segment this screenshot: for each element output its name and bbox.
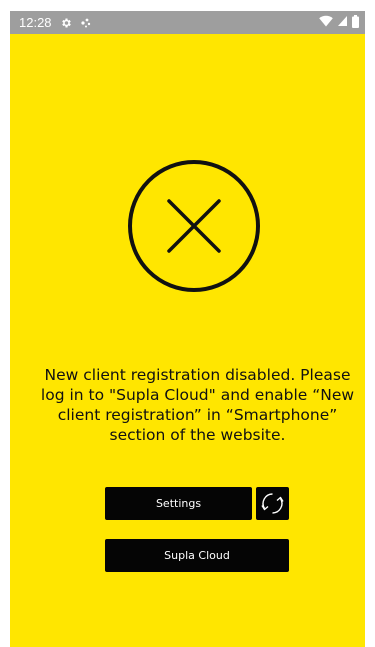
error-x-circle-icon: [126, 158, 262, 294]
settings-button[interactable]: Settings: [105, 487, 252, 520]
gear-icon: [60, 17, 72, 29]
status-bar: 12:28: [10, 11, 365, 34]
refresh-button[interactable]: [256, 487, 289, 520]
battery-icon: [352, 14, 359, 31]
app-screen: 12:28 New client registration disabled. …: [10, 11, 365, 647]
supla-cloud-button[interactable]: Supla Cloud: [105, 539, 289, 572]
wifi-icon: [319, 15, 333, 30]
notification-dots-icon: [80, 17, 92, 29]
signal-icon: [337, 15, 348, 30]
refresh-icon: [259, 490, 286, 517]
status-right-icons: [319, 14, 359, 31]
registration-disabled-message: New client registration disabled. Please…: [40, 366, 355, 444]
status-time: 12:28: [19, 15, 52, 30]
